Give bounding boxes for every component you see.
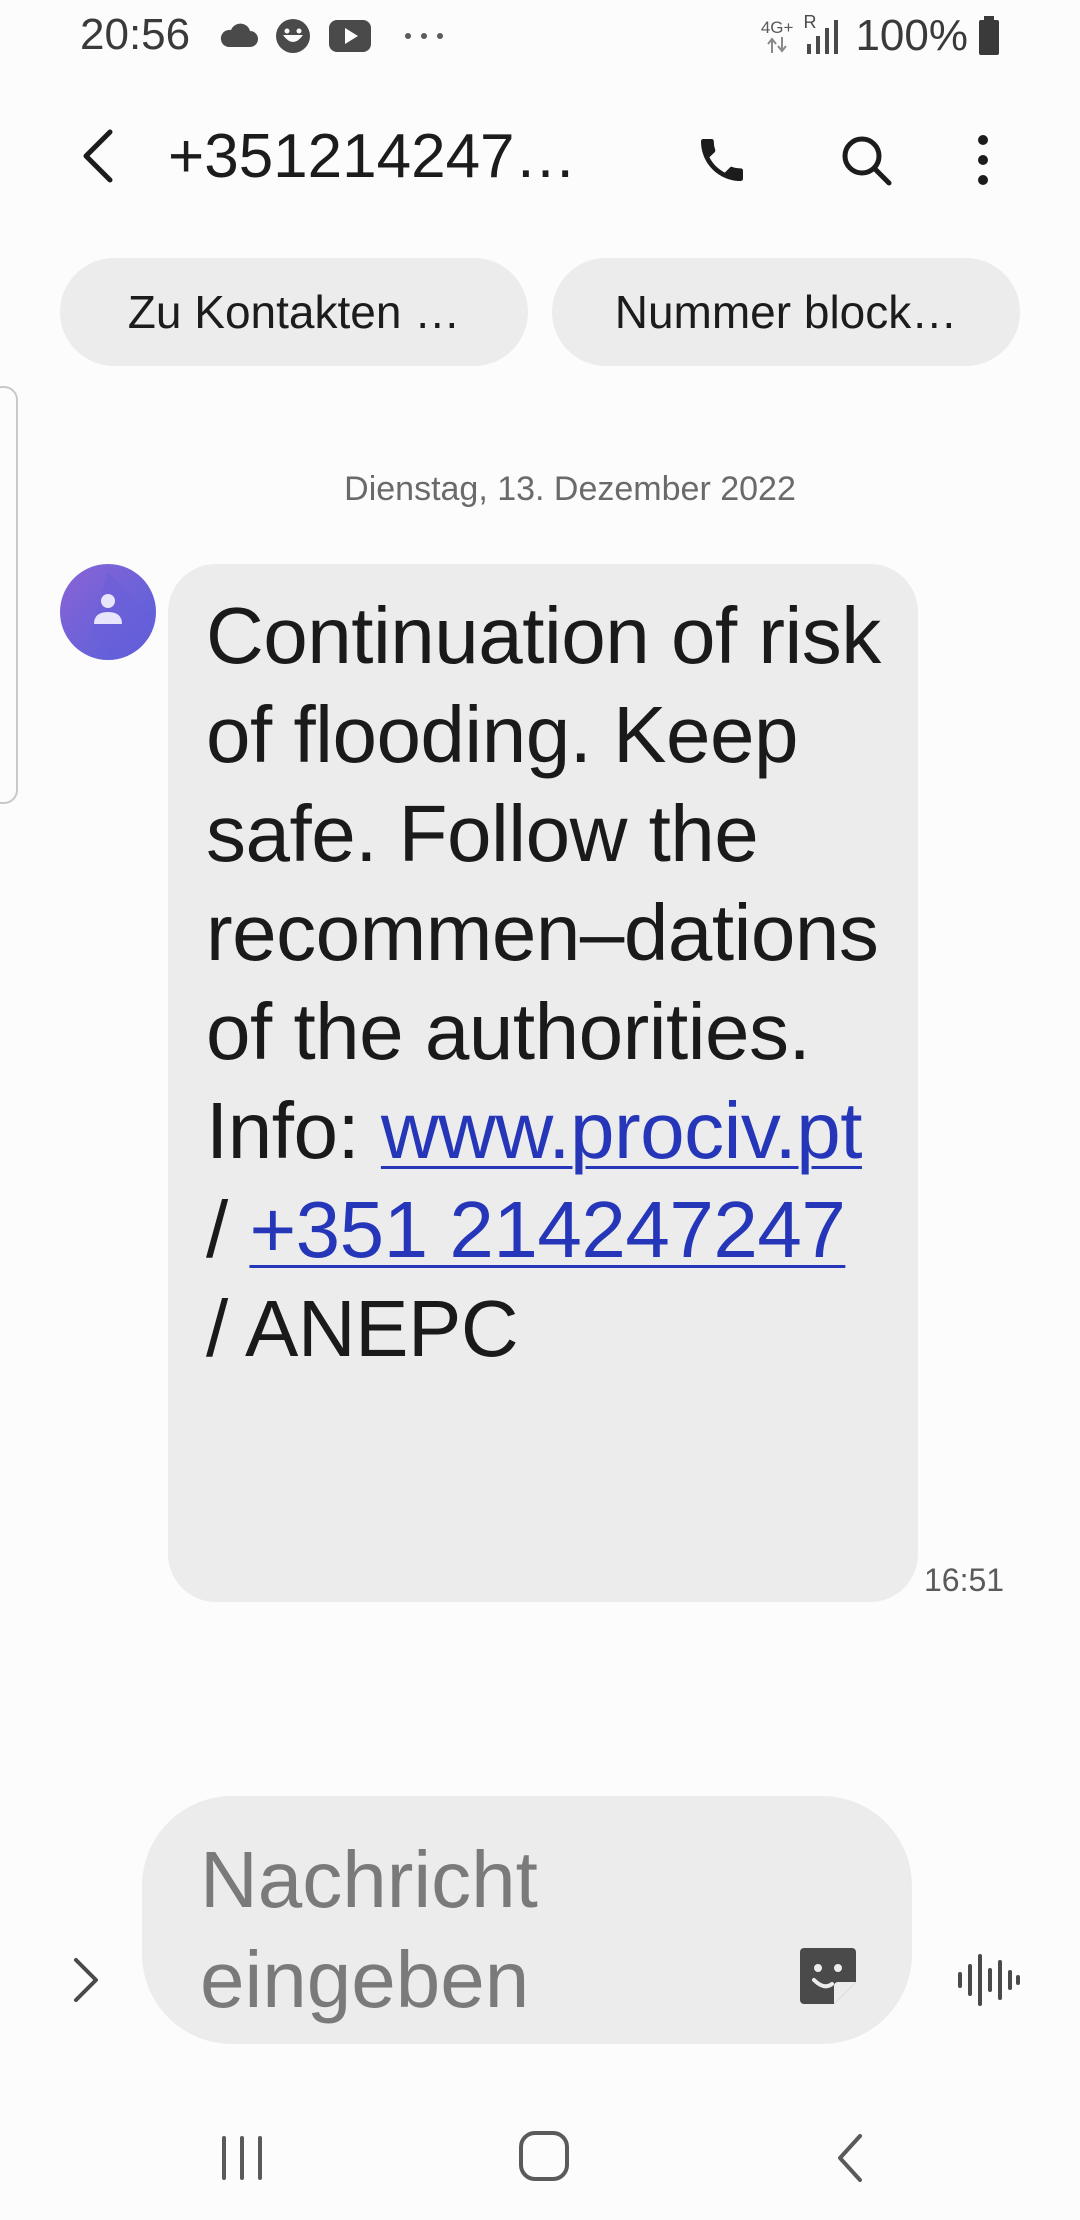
message-text: Continuation of risk of flooding. Keep s… bbox=[206, 586, 888, 1378]
link-website[interactable]: www.prociv.pt bbox=[381, 1086, 863, 1175]
app-bar: +351214247… bbox=[0, 100, 1080, 212]
sticker-icon bbox=[800, 1948, 856, 2004]
youtube-icon bbox=[329, 20, 371, 52]
system-icons: 4G+ R 100% bbox=[761, 10, 1000, 62]
home-icon bbox=[519, 2131, 569, 2181]
more-options-button[interactable] bbox=[950, 124, 1016, 196]
network-type-label: 4G+ bbox=[760, 17, 794, 37]
network-type-indicator: 4G+ bbox=[760, 17, 794, 54]
message-timestamp: 16:51 bbox=[924, 1562, 1005, 1598]
block-number-chip[interactable]: Nummer block… bbox=[552, 258, 1020, 366]
search-icon bbox=[842, 136, 892, 186]
roaming-label: R bbox=[803, 12, 817, 32]
notification-icons bbox=[218, 16, 446, 56]
battery-percentage: 100% bbox=[855, 11, 968, 60]
back-button[interactable] bbox=[60, 118, 136, 194]
expand-button[interactable] bbox=[56, 1948, 116, 2012]
status-bar: 20:56 4G+ R 100% bbox=[0, 0, 1080, 72]
more-dots-icon bbox=[405, 33, 443, 39]
phone-icon bbox=[701, 139, 743, 181]
data-arrows-icon bbox=[767, 36, 787, 53]
message-input-placeholder: Nachricht eingeben bbox=[200, 1835, 538, 2024]
add-to-contacts-chip[interactable]: Zu Kontakten … bbox=[60, 258, 528, 366]
emoji-icon bbox=[276, 19, 310, 53]
message-separator: / bbox=[206, 1284, 246, 1373]
person-icon bbox=[60, 564, 156, 660]
recent-apps-icon bbox=[222, 2136, 262, 2180]
message-sender: ANEPC bbox=[245, 1284, 519, 1373]
avatar[interactable] bbox=[60, 564, 156, 660]
voice-wave-icon bbox=[958, 1954, 1020, 2006]
link-phone[interactable]: +351 214247247 bbox=[249, 1185, 845, 1274]
navigation-bar bbox=[0, 2080, 1080, 2220]
message-separator: / bbox=[206, 1185, 250, 1274]
date-separator: Dienstag, 13. Dezember 2022 bbox=[344, 470, 796, 508]
edge-panel-handle[interactable] bbox=[0, 386, 18, 804]
more-vertical-icon bbox=[978, 135, 988, 185]
contact-title[interactable]: +351214247… bbox=[168, 122, 588, 192]
cloud-icon bbox=[220, 23, 258, 47]
message-input-field[interactable]: Nachricht eingeben bbox=[142, 1796, 912, 2044]
recent-apps-button[interactable] bbox=[212, 2130, 272, 2186]
nav-back-icon bbox=[838, 2134, 862, 2182]
back-arrow-icon bbox=[83, 129, 113, 183]
voice-input-button[interactable] bbox=[956, 1950, 1020, 2010]
sticker-button[interactable] bbox=[796, 1944, 860, 2008]
chevron-right-icon bbox=[74, 1958, 98, 2002]
battery-icon bbox=[979, 16, 999, 55]
call-button[interactable] bbox=[686, 124, 758, 196]
nav-back-button[interactable] bbox=[820, 2128, 880, 2188]
home-button[interactable] bbox=[514, 2126, 574, 2186]
search-button[interactable] bbox=[830, 124, 902, 196]
message-bubble[interactable]: Continuation of risk of flooding. Keep s… bbox=[168, 564, 918, 1602]
status-time: 20:56 bbox=[80, 10, 191, 59]
signal-indicator: R bbox=[803, 12, 845, 56]
